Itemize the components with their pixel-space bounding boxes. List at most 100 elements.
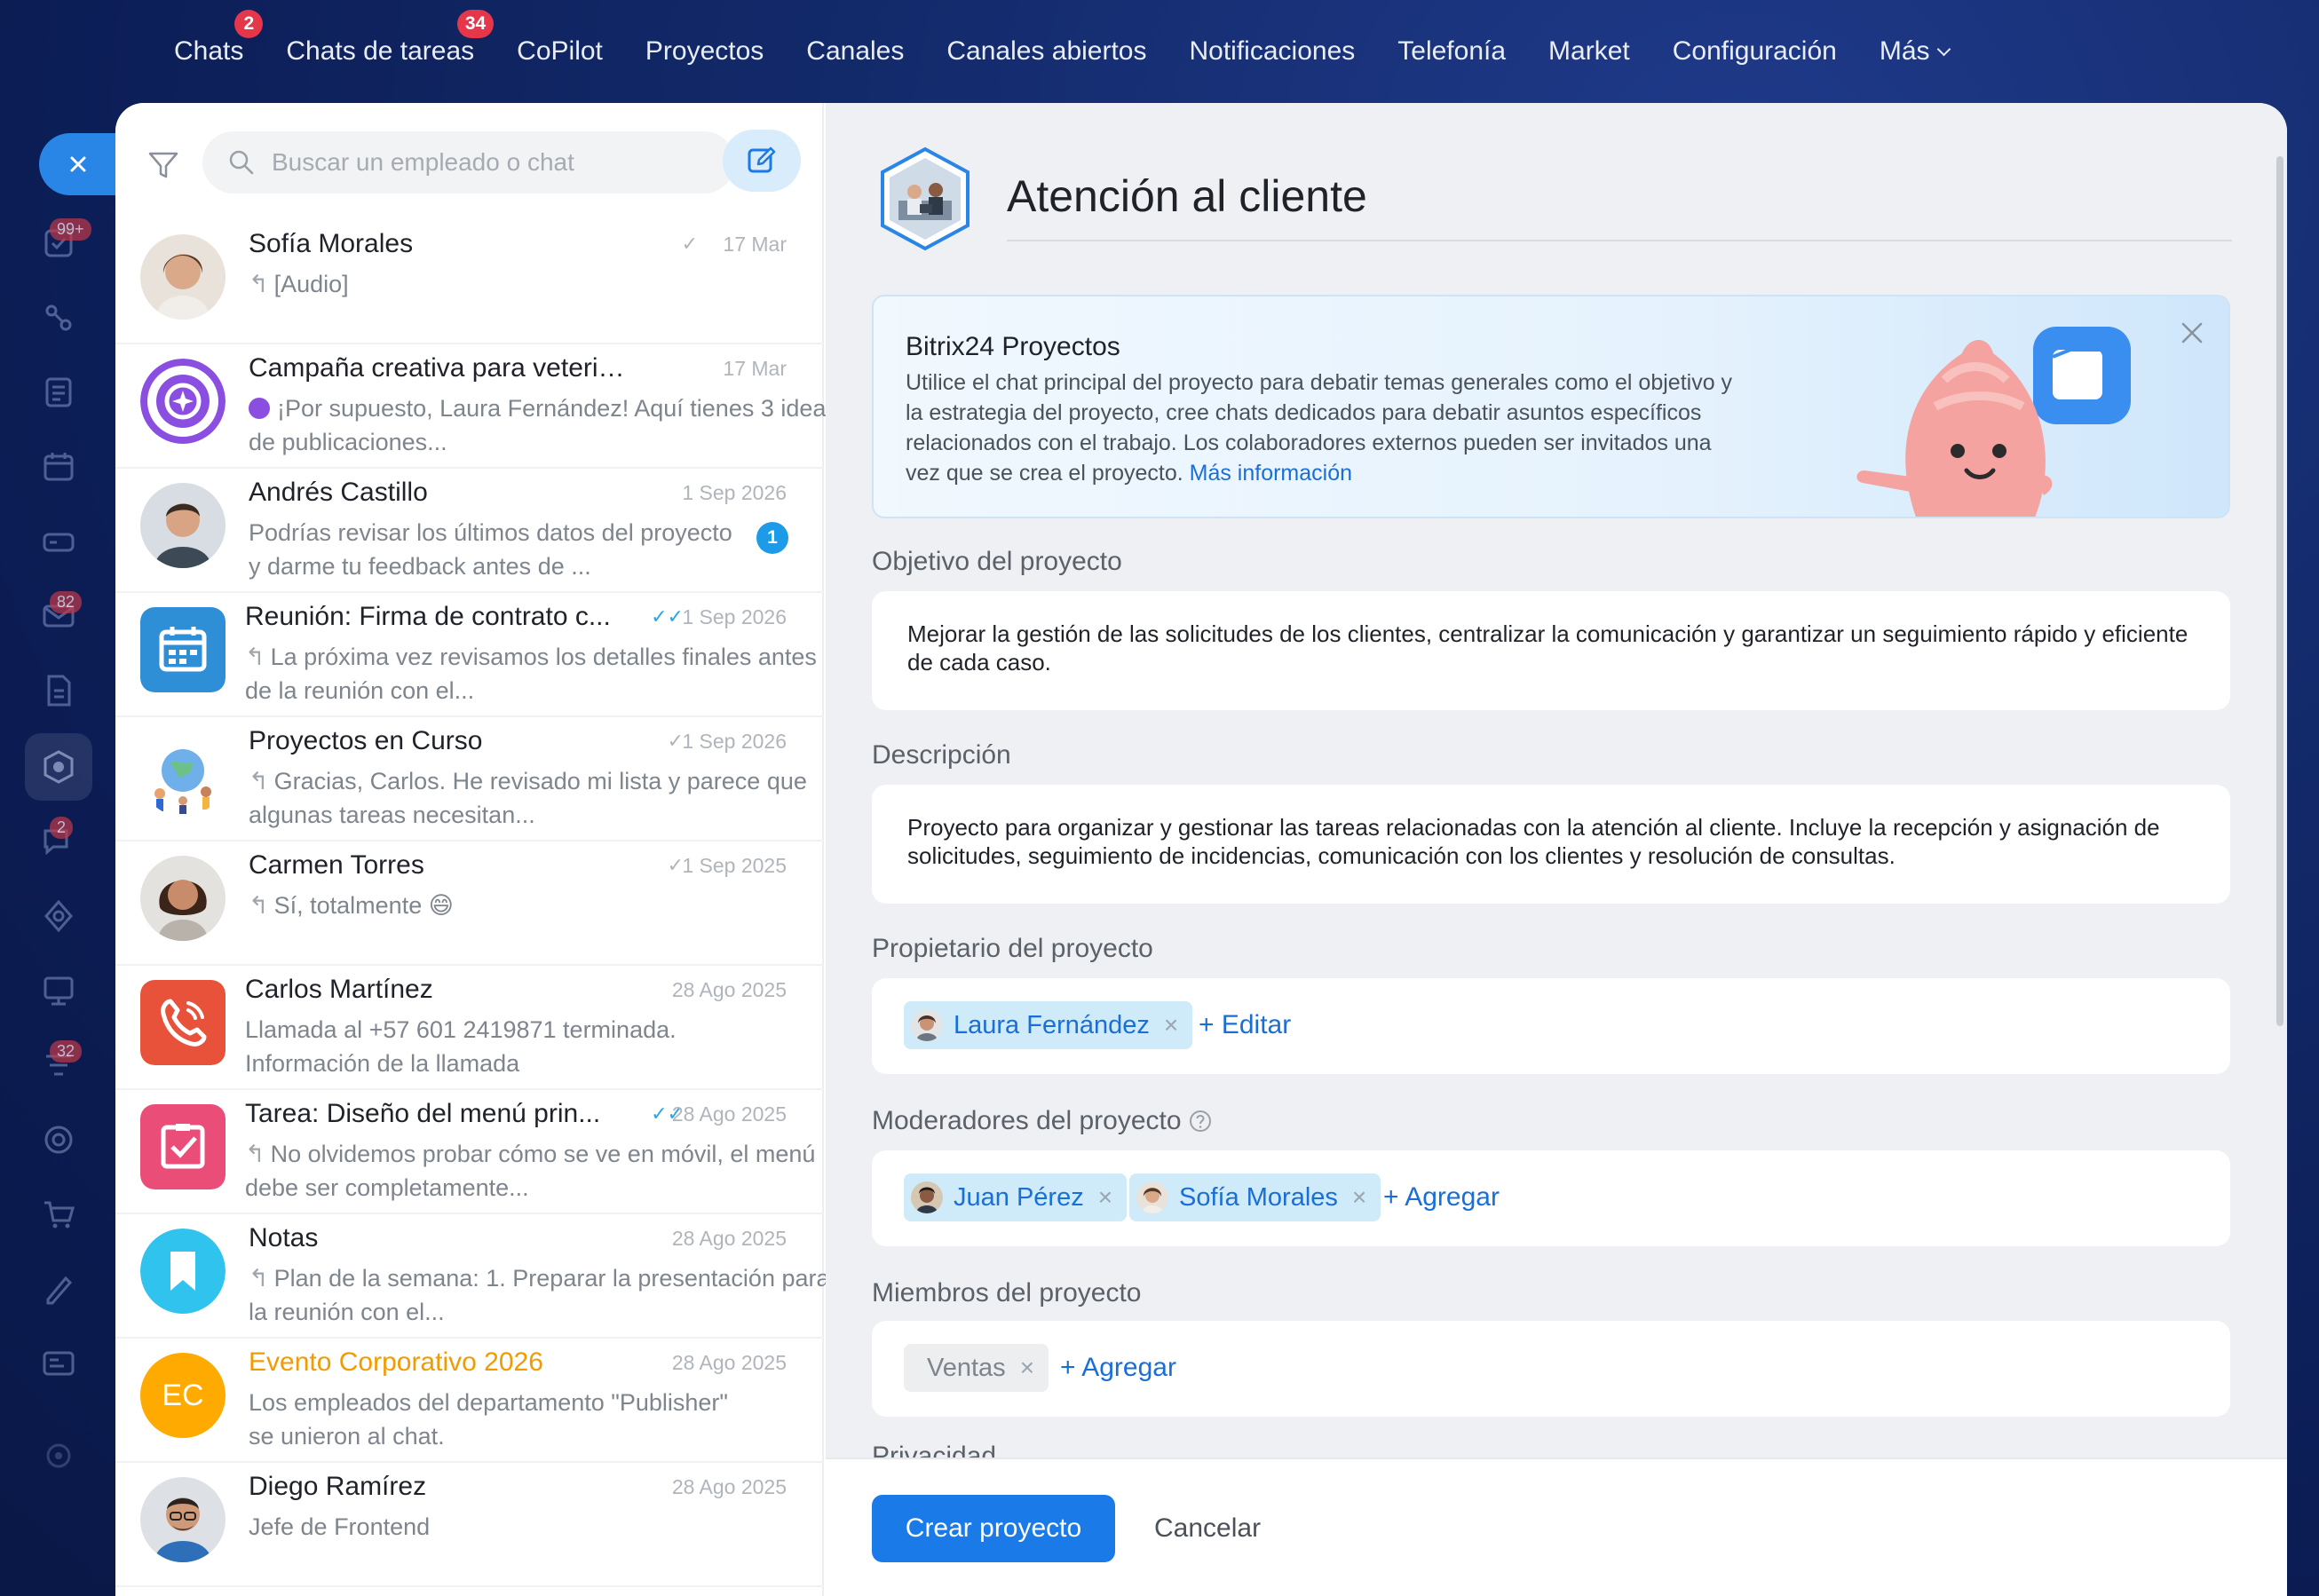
member-chip[interactable]: Ventas × [904,1344,1049,1392]
more-info-link[interactable]: Más información [1190,461,1352,486]
chat-date: 1 Sep 2025 [682,854,787,877]
nav-label: Chats [174,36,244,66]
chat-preview-text: Llamada al +57 601 2419871 terminada. In… [245,1016,677,1077]
moderator-chip[interactable]: Juan Pérez × [904,1173,1128,1221]
id-card-icon[interactable] [39,1344,78,1383]
chat-title: Campaña creativa para veterinaria [249,353,639,383]
reply-icon: ↰ [249,1265,269,1292]
feed-icon[interactable] [39,373,78,412]
avatar [140,1477,226,1562]
chat-list-item[interactable]: Carlos Martínez 28 Ago 2025 Llamada al +… [115,966,824,1090]
chat-list-item[interactable]: Carmen Torres ✓ 1 Sep 2025 ↰ Sí, totalmen… [115,841,824,966]
nav-market[interactable]: Market [1548,36,1630,67]
nav-chats[interactable]: Chats 2 [174,10,264,67]
nav-channels[interactable]: Canales [806,36,904,67]
reply-icon: ↰ [249,271,269,297]
objective-field[interactable]: Mejorar la gestión de las solicitudes de… [872,591,2230,710]
add-moderator-link[interactable]: + Agregar [1383,1182,1500,1213]
unread-counter: 1 [756,522,788,554]
avatar [140,980,226,1065]
chat-list-item[interactable]: Reunión: Firma de contrato c... ✓✓ 1 Sep… [115,593,824,717]
chat-list-item[interactable]: Tarea: Diseño del menú prin... ✓✓ 28 Ago… [115,1090,824,1214]
chat-preview-text: No olvidemos probar cómo se ve en móvil,… [245,1141,816,1201]
projects-icon[interactable] [39,747,78,786]
chat-preview-text: ¡Por supuesto, Laura Fernández! Aquí tie… [249,395,838,455]
chat-list-item[interactable]: Sofía Morales ✓ 17 Mar ↰ [Audio] [115,220,824,344]
chat-list-item[interactable]: Campaña creativa para veterinaria 17 Mar… [115,344,838,469]
nav-settings[interactable]: Configuración [1673,36,1837,67]
cancel-button[interactable]: Cancelar [1154,1495,1261,1562]
workflow-icon[interactable] [39,298,78,337]
close-button[interactable] [39,133,117,195]
chevron-down-icon [1936,42,1951,57]
sign-icon[interactable] [39,1269,78,1308]
cart-icon[interactable] [39,1195,78,1234]
nav-more[interactable]: Más [1879,36,1951,67]
chat-badge: 2 [50,817,74,839]
remove-icon[interactable]: × [1164,1011,1178,1039]
project-title-input[interactable]: Atención al cliente [1007,170,2232,241]
nav-open-channels[interactable]: Canales abiertos [946,36,1146,67]
chat-list-item[interactable]: Proyectos en Curso ✓ 1 Sep 2026 ↰ Gracias… [115,717,824,841]
search-input[interactable] [272,148,698,177]
close-banner-button[interactable] [2179,320,2205,346]
chat-title: Carmen Torres [249,850,424,880]
nav-label: Chats de tareas [286,36,475,66]
create-project-button[interactable]: Crear proyecto [872,1495,1115,1562]
chat-date: 28 Ago 2025 [671,1227,787,1250]
chat-title: Evento Corporativo 2026 [249,1347,543,1377]
chat-list-item[interactable]: Notas 28 Ago 2025 ↰ Plan de la semana: 1.… [115,1214,830,1339]
search-row [115,103,824,218]
description-field[interactable]: Proyecto para organizar y gestionar las … [872,785,2230,904]
create-project-panel: Atención al cliente Bitrix24 Proyectos U… [826,103,2287,1596]
project-avatar[interactable] [872,146,978,252]
read-check-icon: ✓ [667,730,684,752]
chat-list-item[interactable]: Andrés Castillo 1 Sep 2026 Podrías revis… [115,469,824,593]
nav-task-chats[interactable]: Chats de tareas 34 [286,10,495,67]
chat-list-item[interactable]: EC Evento Corporativo 2026 28 Ago 2025 L… [115,1339,824,1463]
globe-team-icon [140,731,226,817]
read-check-icon: ✓ [667,854,684,876]
help-icon[interactable] [1188,1109,1213,1134]
chat-preview-text: Gracias, Carlos. He revisado mi lista y … [249,768,807,828]
nav-label: Más [1879,36,1930,66]
chat-preview-text: [Audio] [273,271,349,297]
owner-chip[interactable]: Laura Fernández × [904,1001,1193,1049]
remove-icon[interactable]: × [1020,1354,1034,1382]
target-icon[interactable] [39,1120,78,1159]
chat-title: Andrés Castillo [249,478,428,507]
copilot-icon [140,359,226,444]
new-chat-button[interactable] [723,130,801,192]
chat-preview: Jefe de Frontend [249,1510,852,1544]
document-icon[interactable] [39,671,78,710]
chat-list-item[interactable]: Diego Ramírez 28 Ago 2025 Jefe de Fronte… [115,1463,824,1587]
filter-icon[interactable] [146,147,181,183]
nav-copilot[interactable]: CoPilot [517,36,603,67]
calendar-icon[interactable] [39,447,78,486]
nav-notifications[interactable]: Notificaciones [1190,36,1356,67]
moderators-label: Moderadores del proyecto [872,1106,1182,1135]
nav-badge: 2 [234,10,264,38]
members-label: Miembros del proyecto [872,1278,1142,1308]
add-member-link[interactable]: + Agregar [1060,1353,1176,1383]
nav-projects[interactable]: Proyectos [645,36,764,67]
chat-title: Reunión: Firma de contrato c... [245,602,611,631]
nav-telephony[interactable]: Telefonía [1397,36,1506,67]
project-form[interactable]: Atención al cliente Bitrix24 Proyectos U… [826,103,2287,1458]
drive-icon[interactable] [39,522,78,561]
moderator-chip[interactable]: Sofía Morales × [1129,1173,1381,1221]
read-check-icon: ✓ [681,233,698,255]
chat-date: 28 Ago 2025 [671,1475,787,1498]
chat-preview: ↰ Sí, totalmente 😄 [249,889,852,922]
remove-icon[interactable]: × [1098,1183,1112,1212]
search-field[interactable] [202,131,735,194]
remove-icon[interactable]: × [1352,1183,1366,1212]
reply-icon: ↰ [245,1141,265,1167]
settings-icon[interactable] [39,1436,78,1475]
objective-label: Objetivo del proyecto [872,547,1122,576]
scrollbar[interactable] [2276,156,2283,1026]
sites-icon[interactable] [39,971,78,1010]
edit-owner-link[interactable]: + Editar [1199,1010,1291,1040]
automation-icon[interactable] [39,897,78,936]
feed-badge: 32 [50,1040,83,1063]
